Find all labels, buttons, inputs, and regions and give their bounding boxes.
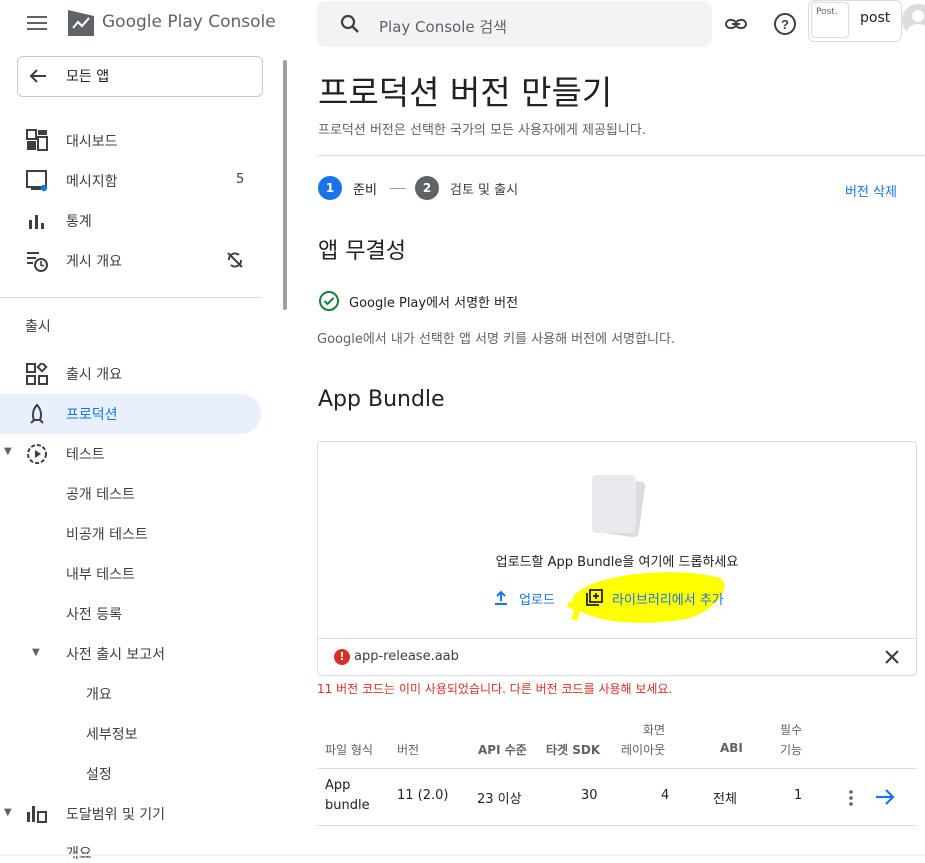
step-1-indicator: 1 bbox=[318, 176, 342, 200]
step-connector bbox=[390, 188, 406, 189]
testing-icon bbox=[27, 444, 47, 464]
expand-reach-icon[interactable]: ▼ bbox=[4, 807, 12, 818]
col-header-required: 필수 bbox=[780, 723, 803, 737]
uploaded-file-name: app-release.aab bbox=[354, 649, 459, 664]
cell-file-type: App bbox=[325, 778, 351, 793]
col-header-api-level: API 수준 bbox=[478, 743, 527, 757]
delete-version-button[interactable]: 버전 삭제 bbox=[845, 181, 897, 200]
all-apps-button[interactable] bbox=[17, 56, 263, 97]
check-circle-icon bbox=[319, 291, 339, 311]
dashboard-icon bbox=[26, 129, 48, 151]
sidebar-item-publishing-overview[interactable]: 게시 개요 bbox=[66, 251, 122, 271]
app-bundle-heading: App Bundle bbox=[318, 387, 445, 412]
add-from-library-button[interactable]: 라이브러리에서 추가 bbox=[612, 589, 724, 608]
all-apps-label: 모든 앱 bbox=[66, 69, 110, 85]
svg-text:?: ? bbox=[781, 17, 789, 32]
publishing-icon bbox=[27, 252, 48, 272]
sidebar-item-pre-launch-details[interactable]: 세부정보 bbox=[86, 724, 138, 744]
col-header-file-type: 파일 형식 bbox=[325, 743, 373, 757]
col-header-layouts: 레이아웃 bbox=[621, 743, 666, 757]
col-header-target-sdk: 타겟 SDK bbox=[546, 743, 601, 757]
upload-icon[interactable] bbox=[493, 590, 509, 606]
sidebar-item-reach-devices[interactable]: 도달범위 및 기기 bbox=[66, 804, 165, 824]
play-console-logo-icon bbox=[68, 10, 94, 36]
page-subtitle: 프로덕션 버전은 선택한 국가의 모든 사용자에게 제공됩니다. bbox=[318, 123, 646, 138]
signed-by-google-label: Google Play에서 서명한 버전 bbox=[349, 296, 519, 311]
expand-testing-icon[interactable]: ▼ bbox=[4, 446, 12, 457]
version-code-error-message: 11 버전 코드는 이미 사용되었습니다. 다른 버전 코드를 사용해 보세요. bbox=[317, 682, 673, 696]
sidebar-item-release-overview[interactable]: 출시 개요 bbox=[66, 364, 122, 384]
sidebar-item-production-label: 프로덕션 bbox=[66, 407, 118, 423]
step-2-label: 검토 및 출시 bbox=[450, 183, 519, 198]
account-avatar-icon bbox=[907, 10, 925, 36]
page-title: 프로덕션 버전 만들기 bbox=[318, 73, 613, 112]
sidebar-divider bbox=[0, 297, 262, 298]
sidebar-item-internal-testing[interactable]: 내부 테스트 bbox=[66, 564, 135, 584]
col-header-version: 버전 bbox=[397, 743, 420, 757]
sidebar-item-testing[interactable]: 테스트 bbox=[66, 444, 105, 464]
arrow-forward-icon[interactable] bbox=[874, 787, 896, 807]
bar-chart-icon bbox=[29, 215, 44, 229]
cell-abi: 전체 bbox=[713, 792, 737, 807]
arrow-back-icon bbox=[29, 69, 46, 83]
production-icon bbox=[30, 403, 44, 424]
sidebar-item-dashboard[interactable]: 대시보드 bbox=[66, 131, 118, 151]
sidebar-item-statistics[interactable]: 통계 bbox=[66, 211, 92, 231]
link-icon[interactable] bbox=[724, 12, 748, 36]
file-row-divider bbox=[318, 638, 916, 639]
cell-target-sdk: 30 bbox=[581, 788, 598, 803]
upload-button[interactable]: 업로드 bbox=[519, 589, 555, 608]
error-icon: ! bbox=[334, 649, 350, 665]
main-menu-button[interactable] bbox=[22, 10, 52, 36]
table-bottom-divider bbox=[317, 825, 917, 826]
more-vert-icon[interactable] bbox=[845, 788, 857, 808]
help-icon[interactable]: ? bbox=[772, 11, 798, 37]
sidebar-item-pre-launch-overview[interactable]: 개요 bbox=[86, 684, 112, 704]
col-header-screen: 화면 bbox=[643, 723, 666, 737]
search-bar[interactable] bbox=[317, 1, 712, 47]
sidebar-item-pre-launch-settings[interactable]: 설정 bbox=[86, 764, 112, 784]
cell-version: 11 (2.0) bbox=[397, 788, 449, 803]
release-overview-icon bbox=[26, 363, 48, 385]
cell-api-level: 23 이상 bbox=[477, 792, 522, 807]
cell-features: 1 bbox=[794, 788, 803, 803]
sidebar-item-closed-testing[interactable]: 비공개 테스트 bbox=[66, 524, 148, 544]
documents-icon bbox=[592, 475, 646, 538]
search-input[interactable]: Play Console 검색 bbox=[379, 16, 507, 37]
step-2-indicator: 2 bbox=[415, 176, 439, 200]
signing-description: Google에서 내가 선택한 앱 서명 키를 사용해 버전에 서명합니다. bbox=[317, 332, 676, 347]
inbox-count-badge: 5 bbox=[236, 172, 245, 187]
reach-devices-icon bbox=[27, 806, 47, 823]
expand-pre-launch-icon[interactable]: ▼ bbox=[32, 647, 40, 658]
sync-disabled-icon bbox=[227, 252, 243, 268]
col-header-features: 기능 bbox=[780, 743, 803, 757]
sidebar-item-pre-launch-report[interactable]: 사전 출시 보고서 bbox=[66, 644, 165, 664]
sidebar-item-reach-overview[interactable]: 개요 bbox=[66, 843, 92, 863]
app-name-label: post bbox=[860, 10, 891, 26]
app-integrity-heading: 앱 무결성 bbox=[318, 239, 406, 264]
col-header-abi: ABI bbox=[720, 741, 743, 755]
step-1-label: 준비 bbox=[353, 183, 377, 198]
sidebar-scrollbar[interactable] bbox=[283, 60, 287, 310]
cell-file-type-2: bundle bbox=[325, 798, 370, 813]
close-icon[interactable] bbox=[882, 647, 902, 667]
app-thumbnail: Post. bbox=[811, 2, 849, 38]
logo-text: Google Play Console bbox=[102, 12, 276, 32]
add-from-library-icon[interactable] bbox=[585, 589, 603, 607]
cell-layouts: 4 bbox=[661, 788, 670, 803]
sidebar-item-open-testing[interactable]: 공개 테스트 bbox=[66, 484, 135, 504]
section-heading-release: 출시 bbox=[25, 319, 51, 335]
avatar[interactable] bbox=[902, 4, 925, 36]
sidebar-item-pre-registration[interactable]: 사전 등록 bbox=[66, 604, 122, 624]
main-divider bbox=[317, 155, 925, 156]
inbox-icon bbox=[26, 170, 48, 192]
sidebar-item-inbox[interactable]: 메시지함 bbox=[66, 171, 118, 191]
table-header-divider bbox=[317, 768, 917, 769]
search-icon[interactable] bbox=[338, 12, 362, 36]
